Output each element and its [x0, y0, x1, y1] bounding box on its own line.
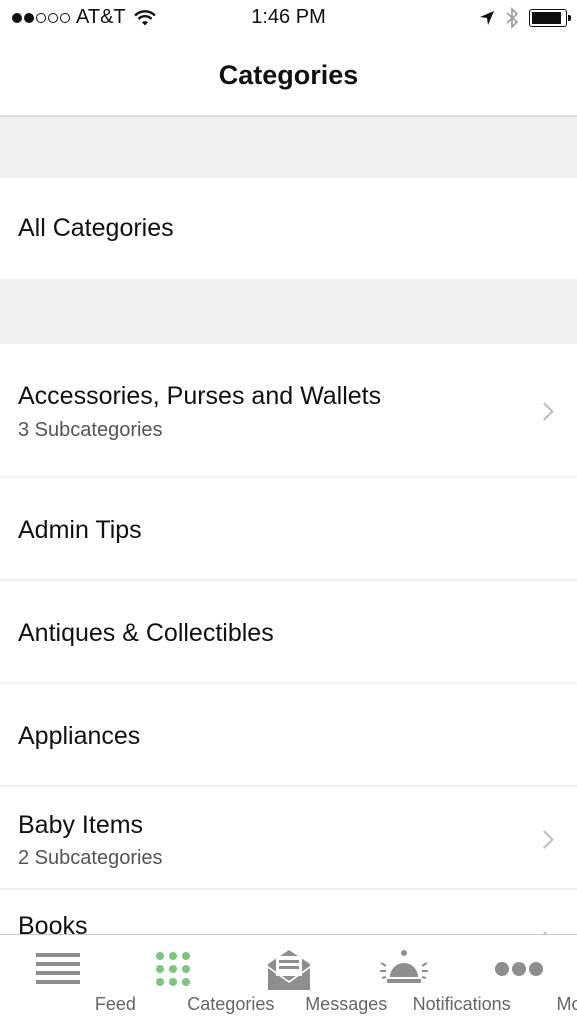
bell-icon	[379, 949, 429, 989]
category-title: Appliances	[18, 722, 141, 750]
category-title: Baby Items	[18, 811, 144, 839]
page-title: Categories	[218, 60, 359, 90]
location-arrow-icon	[480, 11, 494, 25]
more-icon	[495, 949, 544, 989]
category-row-appliances[interactable]: Appliances	[0, 684, 577, 787]
navigation-bar: Categories	[0, 40, 577, 117]
section-spacer	[0, 279, 577, 344]
tab-feed[interactable]: Feed	[0, 935, 136, 1024]
category-title: Admin Tips	[18, 516, 142, 544]
tab-bar: Feed Categories Messages Notifications M…	[0, 934, 577, 1024]
status-bar: AT&T 1:46 PM	[0, 0, 577, 40]
tab-categories[interactable]: Categories	[115, 935, 274, 1024]
battery-icon	[529, 9, 571, 27]
status-right	[479, 7, 571, 29]
bluetooth-icon	[506, 7, 519, 29]
tab-messages[interactable]: Messages	[231, 935, 387, 1024]
category-title: Accessories, Purses and Wallets	[18, 382, 382, 410]
all-categories-label: All Categories	[18, 214, 174, 242]
category-subtitle: 2 Subcategories	[18, 847, 163, 869]
section-spacer	[0, 117, 577, 178]
chevron-right-icon	[535, 830, 554, 849]
category-row-baby-items[interactable]: Baby Items 2 Subcategories	[0, 787, 577, 890]
category-row-accessories[interactable]: Accessories, Purses and Wallets 3 Subcat…	[0, 344, 577, 478]
grid-icon	[155, 949, 191, 989]
tab-label: More	[556, 994, 577, 1014]
tab-more[interactable]: More	[462, 935, 577, 1024]
envelope-icon	[267, 949, 311, 990]
tab-notifications[interactable]: Notifications	[346, 935, 511, 1024]
category-row-admin-tips[interactable]: Admin Tips	[0, 478, 577, 581]
all-categories-row[interactable]: All Categories	[0, 178, 577, 279]
category-subtitle: 3 Subcategories	[18, 419, 163, 441]
category-row-antiques[interactable]: Antiques & Collectibles	[0, 581, 577, 684]
chevron-right-icon	[535, 402, 554, 421]
category-title: Antiques & Collectibles	[18, 619, 274, 647]
feed-icon	[35, 949, 80, 989]
